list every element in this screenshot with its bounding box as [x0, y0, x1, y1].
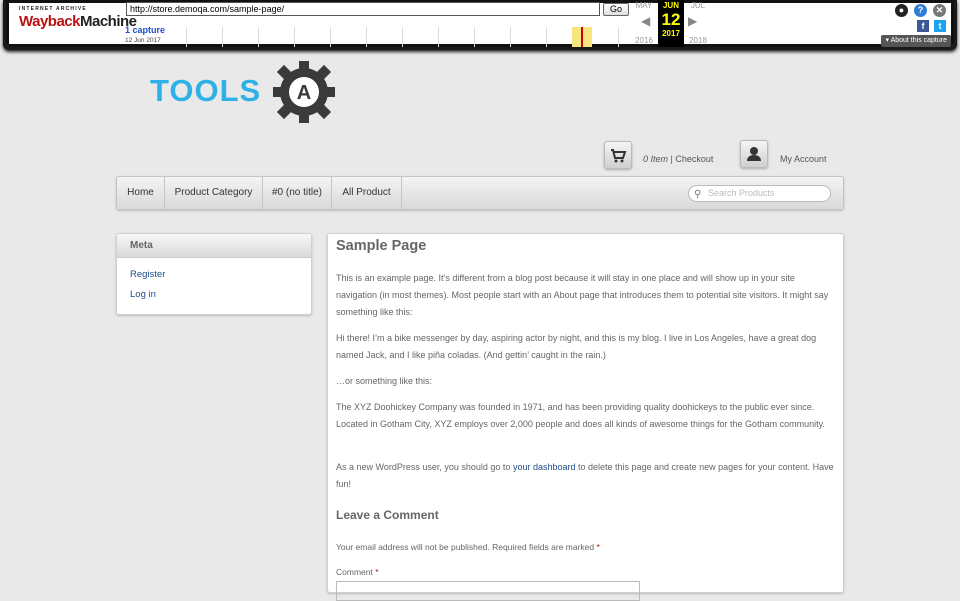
- about-capture-label: About this capture: [890, 37, 947, 44]
- help-icon[interactable]: ?: [914, 4, 927, 17]
- paragraph-5: As a new WordPress user, you should go t…: [336, 459, 836, 493]
- paragraph-1: This is an example page. It’s different …: [336, 273, 829, 317]
- month-next[interactable]: JUL: [685, 1, 711, 10]
- gear-logo-icon: A: [273, 61, 335, 123]
- register-link[interactable]: Register: [130, 269, 165, 280]
- wayback-go-button[interactable]: Go: [603, 3, 629, 16]
- meta-title: Meta: [117, 234, 311, 258]
- login-link[interactable]: Log in: [130, 289, 156, 300]
- page-title: Sample Page: [336, 238, 427, 254]
- wayback-icons: ●? ✕: [889, 4, 946, 17]
- paragraph-4: The XYZ Doohickey Company was founded in…: [336, 402, 825, 429]
- search-placeholder: Search Products: [708, 188, 775, 198]
- search-input[interactable]: ⚲ Search Products: [688, 185, 831, 202]
- comment-required-mark: *: [375, 567, 379, 577]
- current-month: JUN: [662, 1, 679, 10]
- cart-icon[interactable]: [604, 141, 632, 169]
- nav-product-category[interactable]: Product Category: [165, 177, 263, 209]
- paragraph-3: …or something like this:: [336, 376, 433, 386]
- required-note: Your email address will not be published…: [336, 542, 600, 552]
- search-icon: ⚲: [694, 189, 702, 200]
- comment-label: Comment *: [336, 567, 379, 577]
- current-capture-date: JUN 12 2017: [658, 0, 684, 47]
- checkout-link[interactable]: Checkout: [675, 154, 713, 164]
- current-year: 2017: [662, 29, 680, 38]
- wayback-logo-a: Wayback: [19, 13, 80, 30]
- cart-count: 0 Item: [643, 154, 669, 164]
- required-note-text: Your email address will not be published…: [336, 542, 595, 552]
- wayback-logo-main: WaybackMachine: [19, 13, 137, 30]
- nav-home[interactable]: Home: [117, 177, 165, 209]
- year-prev[interactable]: 2016: [631, 36, 657, 45]
- comment-label-text: Comment: [336, 567, 373, 577]
- cart-summary[interactable]: 0 Item | Checkout: [643, 154, 713, 164]
- required-mark: *: [596, 542, 600, 552]
- current-day: 12: [661, 10, 681, 29]
- wayback-logo[interactable]: INTERNET ARCHIVE WaybackMachine: [19, 6, 137, 30]
- close-icon[interactable]: ✕: [933, 4, 946, 17]
- about-capture-button[interactable]: ▾ About this capture: [881, 35, 951, 47]
- nav-no-title[interactable]: #0 (no title): [263, 177, 332, 209]
- nav-all-product[interactable]: All Product: [332, 177, 402, 209]
- wayback-url-input[interactable]: http://store.demoqa.com/sample-page/: [126, 2, 600, 16]
- wayback-sparkline[interactable]: [186, 25, 626, 47]
- wayback-toolbar: INTERNET ARCHIVE WaybackMachine http://s…: [3, 0, 957, 50]
- paragraph-2: Hi there! I’m a bike messenger by day, a…: [336, 333, 817, 360]
- meta-widget: Meta Register Log in: [116, 233, 312, 315]
- wayback-capture-date: 12 Jun 2017: [125, 37, 161, 44]
- twitter-icon[interactable]: t: [934, 20, 946, 32]
- wayback-calendar-nav: MAY JUL ◀ ▶ 2016 2018 JUN 12 2017: [631, 0, 721, 47]
- month-prev[interactable]: MAY: [631, 1, 657, 10]
- my-account-link[interactable]: My Account: [780, 154, 827, 164]
- dashboard-link[interactable]: your dashboard: [513, 462, 576, 472]
- user-icon[interactable]: ●: [895, 4, 908, 17]
- page-content: Sample Page This is an example page. It’…: [327, 233, 844, 601]
- facebook-icon[interactable]: f: [917, 20, 929, 32]
- wayback-social: ft: [912, 20, 946, 32]
- site-logo-text: TOOLS: [150, 73, 262, 108]
- wayback-logo-top: INTERNET ARCHIVE: [19, 6, 87, 12]
- next-arrow-icon[interactable]: ▶: [688, 14, 697, 28]
- year-next[interactable]: 2018: [685, 36, 711, 45]
- comment-heading: Leave a Comment: [336, 508, 439, 522]
- account-icon[interactable]: [740, 140, 768, 168]
- site-logo[interactable]: TOOLS A: [150, 57, 350, 127]
- main-nav: Home Product Category #0 (no title) All …: [116, 176, 844, 210]
- comment-textarea[interactable]: [336, 581, 640, 601]
- wayback-captures-link[interactable]: 1 capture: [125, 25, 165, 35]
- sparkline-capture-mark[interactable]: [581, 27, 583, 47]
- prev-arrow-icon[interactable]: ◀: [641, 14, 650, 28]
- gear-logo-letter: A: [297, 82, 311, 104]
- cart-separator: |: [670, 154, 673, 164]
- p5-before: As a new WordPress user, you should go t…: [336, 462, 513, 472]
